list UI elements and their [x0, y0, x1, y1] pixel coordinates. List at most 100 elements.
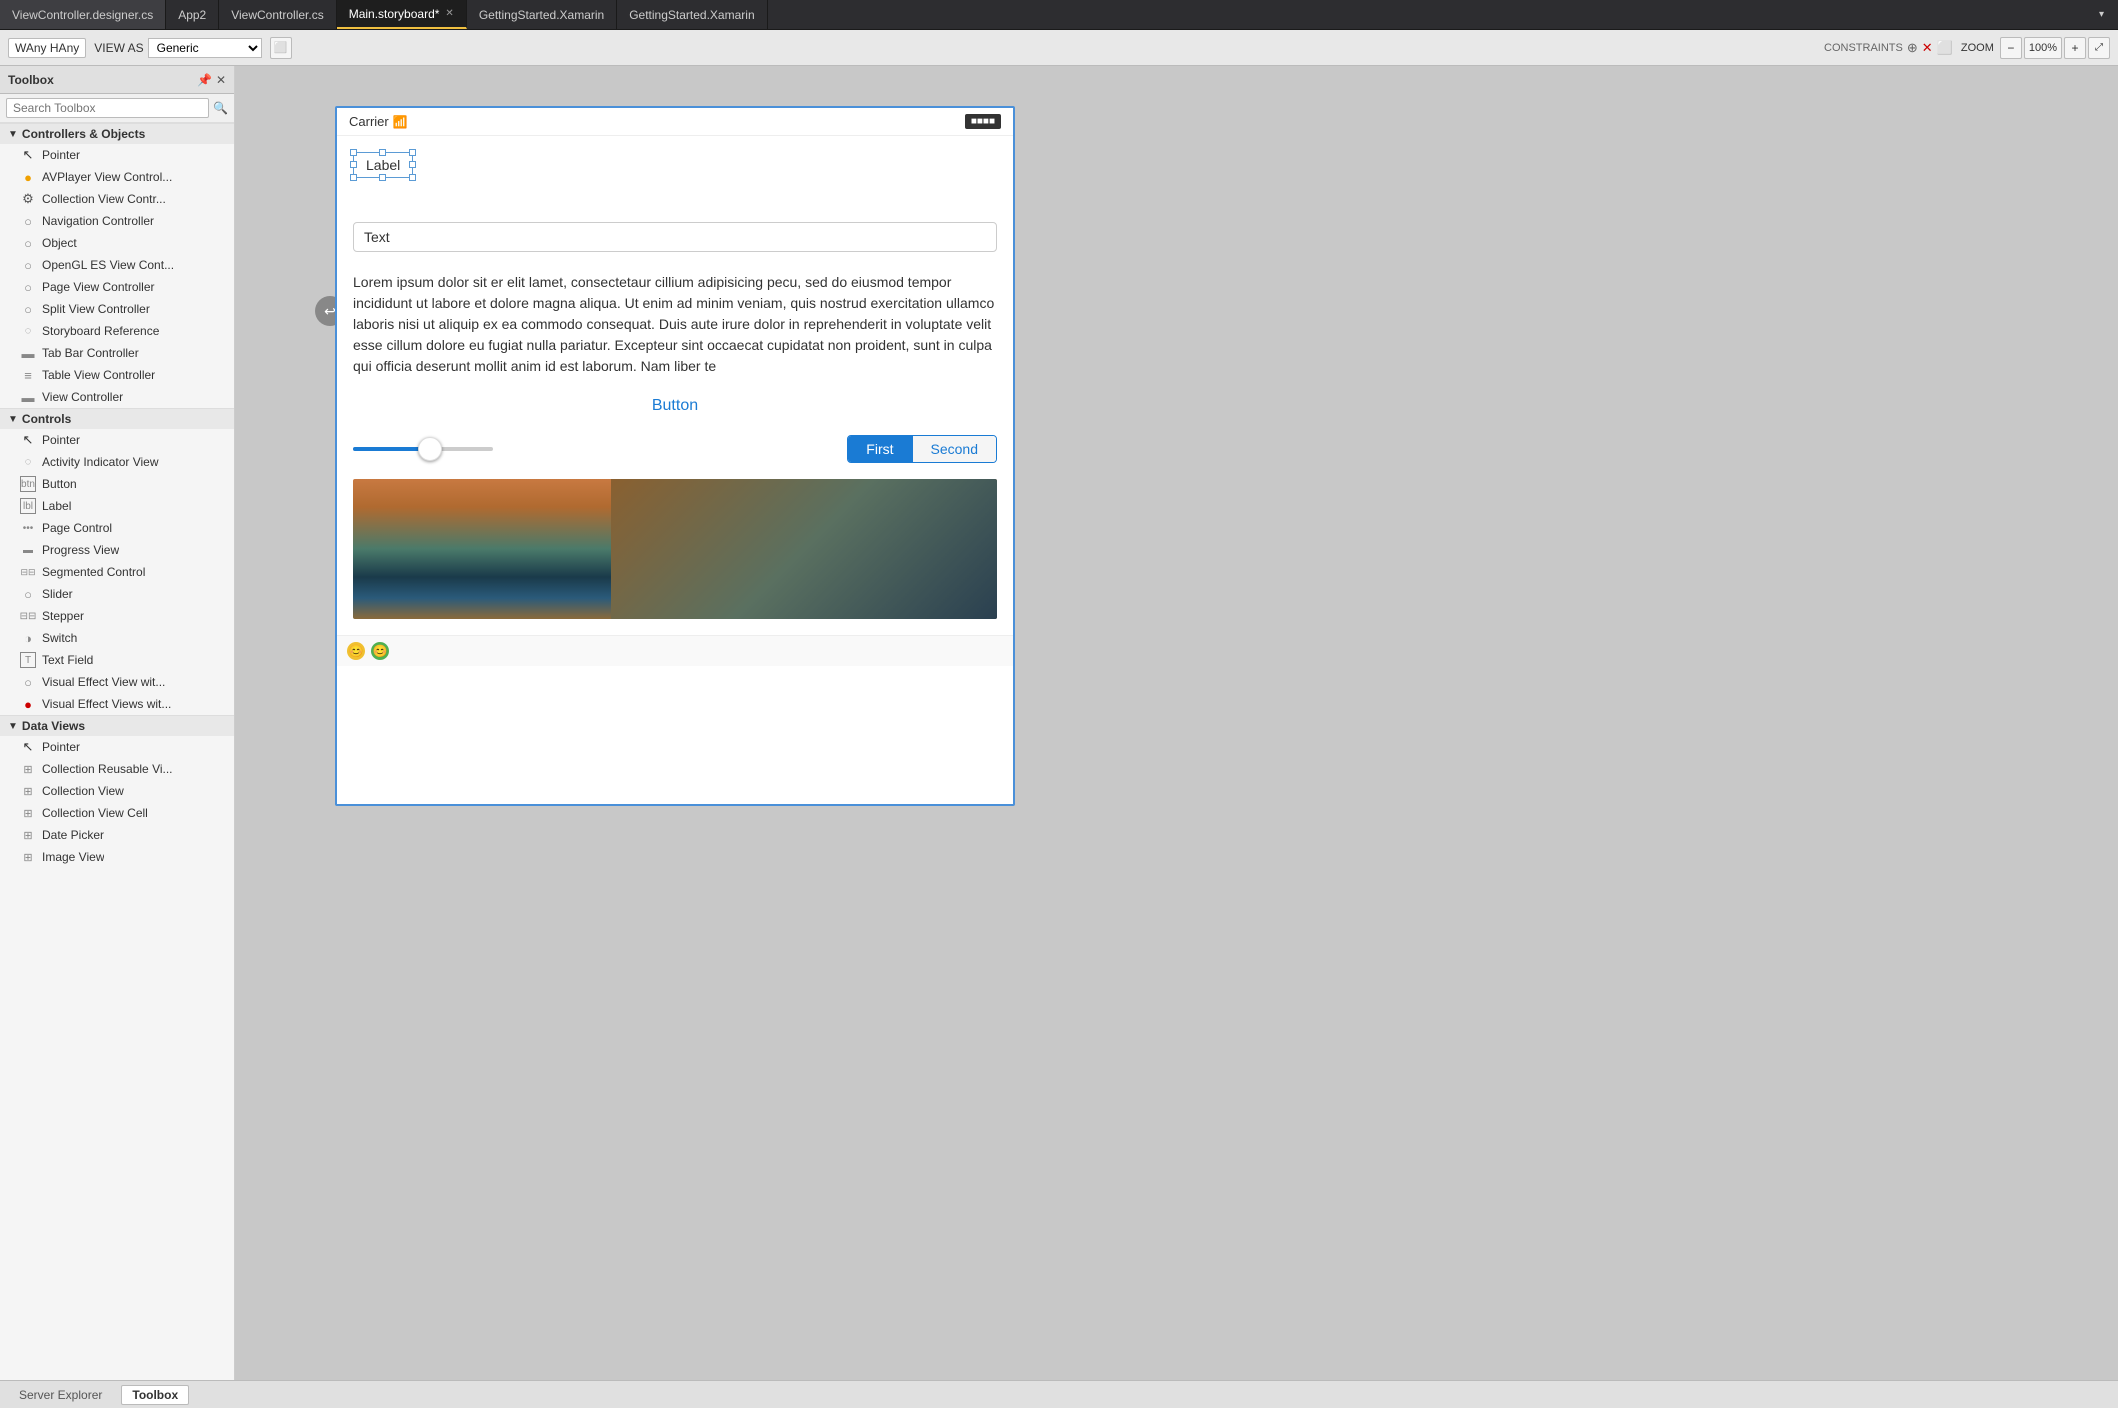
table-view-controller-icon: ≡ [20, 367, 36, 383]
navigation-controller-icon: ○ [20, 213, 36, 229]
frame-button[interactable]: ⬜ [270, 37, 292, 59]
zoom-100-button[interactable]: 100% [2024, 37, 2062, 59]
toolbox-item-pointer3[interactable]: ↖ Pointer [0, 736, 234, 758]
tab-main-storyboard[interactable]: Main.storyboard* ✕ [337, 0, 467, 29]
constraints-frame-icon[interactable]: ⬜ [1937, 40, 1953, 56]
toolbox-item-label[interactable]: lbl Label [0, 495, 234, 517]
constraints-add-icon[interactable]: ⊕ [1907, 40, 1918, 56]
bottom-tab-server-explorer[interactable]: Server Explorer [8, 1385, 113, 1405]
avplayer-icon: ● [20, 169, 36, 185]
section-controllers-objects-items: ↖ Pointer ● AVPlayer View Control... ⚙ C… [0, 144, 234, 408]
toolbox-item-collection-view-cell[interactable]: ⊞ Collection View Cell [0, 802, 234, 824]
visual-effect1-icon: ○ [20, 674, 36, 690]
toolbox-item-slider[interactable]: ○ Slider [0, 583, 234, 605]
iphone-content: Label Lorem ipsum dolor sit er elit lame… [337, 136, 1013, 635]
iphone-view-controller[interactable]: Carrier 📶 ■■■■ [335, 106, 1015, 806]
toolbox-item-object[interactable]: ○ Object [0, 232, 234, 254]
toolbox-search-area: 🔍 [0, 94, 234, 123]
toolbox-item-stepper[interactable]: ⊟⊟ Stepper [0, 605, 234, 627]
toolbox-item-split-view-controller[interactable]: ○ Split View Controller [0, 298, 234, 320]
label-widget[interactable]: Label [353, 152, 413, 178]
view-as-select[interactable]: Generic iPhone 4-inch iPhone 4.7-inch [148, 38, 262, 58]
toolbox-item-pointer2[interactable]: ↖ Pointer [0, 429, 234, 451]
toolbox-item-date-picker[interactable]: ⊞ Date Picker [0, 824, 234, 846]
toolbox-item-activity-indicator[interactable]: ◌ Activity Indicator View [0, 451, 234, 473]
toolbox-item-collection-reusable[interactable]: ⊞ Collection Reusable Vi... [0, 758, 234, 780]
bottom-circle-2: 😊 [371, 642, 389, 660]
storyboard-canvas[interactable]: ↩ Carrier 📶 ■■■■ [235, 66, 2118, 1380]
toolbox-item-storyboard-reference[interactable]: ◌ Storyboard Reference [0, 320, 234, 342]
visual-effect2-icon: ● [20, 696, 36, 712]
segmented-first-button[interactable]: First [848, 436, 912, 462]
tab-dropdown-icon[interactable]: ▾ [2093, 9, 2110, 20]
wifi-icon: 📶 [393, 115, 408, 129]
zoom-out-button[interactable]: − [2000, 37, 2022, 59]
toolbox-item-navigation-controller[interactable]: ○ Navigation Controller [0, 210, 234, 232]
lorem-text: Lorem ipsum dolor sit er elit lamet, con… [353, 272, 997, 377]
toolbox-item-text-field[interactable]: T Text Field [0, 649, 234, 671]
handle-b[interactable] [379, 174, 386, 181]
slider-thumb[interactable] [418, 437, 442, 461]
search-icon[interactable]: 🔍 [213, 101, 228, 115]
close-tab-button[interactable]: ✕ [445, 8, 453, 19]
toolbox-item-page-view-controller[interactable]: ○ Page View Controller [0, 276, 234, 298]
section-controllers-objects[interactable]: ▼ Controllers & Objects [0, 123, 234, 144]
ios-button[interactable]: Button [353, 397, 997, 415]
toolbox-item-visual-effect1[interactable]: ○ Visual Effect View wit... [0, 671, 234, 693]
toolbox-item-visual-effect2[interactable]: ● Visual Effect Views wit... [0, 693, 234, 715]
handle-ml[interactable] [350, 161, 357, 168]
activity-indicator-icon: ◌ [20, 454, 36, 470]
toolbox-item-avplayer[interactable]: ● AVPlayer View Control... [0, 166, 234, 188]
collection-reusable-icon: ⊞ [20, 761, 36, 777]
label-widget-container[interactable]: Label [353, 152, 997, 198]
toolbox-item-switch[interactable]: ◑ Switch [0, 627, 234, 649]
tab-bar-controller-icon: ▬ [20, 345, 36, 361]
date-picker-icon: ⊞ [20, 827, 36, 843]
toolbox-pin-icon[interactable]: 📌 [197, 73, 212, 87]
toolbox-item-tab-bar-controller[interactable]: ▬ Tab Bar Controller [0, 342, 234, 364]
zoom-in-button[interactable]: + [2064, 37, 2086, 59]
toolbox-item-image-view[interactable]: ⊞ Image View [0, 846, 234, 868]
tab-gettingstarted1[interactable]: GettingStarted.Xamarin [467, 0, 617, 29]
slider-row: First Second [353, 435, 997, 463]
tab-viewcontroller-cs[interactable]: ViewController.cs [219, 0, 336, 29]
tab-gettingstarted2[interactable]: GettingStarted.Xamarin [617, 0, 767, 29]
bottom-tab-toolbox[interactable]: Toolbox [121, 1385, 189, 1405]
label-text: Label [366, 157, 400, 173]
toolbox-item-segmented-control[interactable]: ⊟⊟ Segmented Control [0, 561, 234, 583]
pointer2-icon: ↖ [20, 432, 36, 448]
tab-viewcontroller-designer[interactable]: ViewController.designer.cs [0, 0, 166, 29]
toolbox-title: Toolbox [8, 73, 191, 87]
toolbox-item-opengl[interactable]: ○ OpenGL ES View Cont... [0, 254, 234, 276]
toolbox-item-collection-view-ctrl[interactable]: ⚙ Collection View Contr... [0, 188, 234, 210]
collection-view-cell-icon: ⊞ [20, 805, 36, 821]
slider-track[interactable] [353, 447, 493, 451]
toolbox-close-icon[interactable]: ✕ [216, 73, 226, 87]
section-data-views[interactable]: ▼ Data Views [0, 715, 234, 736]
handle-mr[interactable] [409, 161, 416, 168]
constraints-remove-icon[interactable]: ✕ [1922, 40, 1933, 56]
handle-tr[interactable] [409, 149, 416, 156]
tab-app2[interactable]: App2 [166, 0, 219, 29]
toolbox-item-pointer1[interactable]: ↖ Pointer [0, 144, 234, 166]
toolbox-item-progress-view[interactable]: ▬ Progress View [0, 539, 234, 561]
section-controls[interactable]: ▼ Controls [0, 408, 234, 429]
handle-bl[interactable] [350, 174, 357, 181]
ios-image-view [353, 479, 997, 619]
zoom-fit-button[interactable]: ⤢ [2088, 37, 2110, 59]
text-field-widget[interactable] [353, 222, 997, 252]
toolbox-item-table-view-controller[interactable]: ≡ Table View Controller [0, 364, 234, 386]
toolbox-item-page-control[interactable]: ••• Page Control [0, 517, 234, 539]
toolbox-item-button[interactable]: btn Button [0, 473, 234, 495]
main-area: Toolbox 📌 ✕ 🔍 ▼ Controllers & Objects ↖ … [0, 66, 2118, 1380]
toolbox-item-collection-view[interactable]: ⊞ Collection View [0, 780, 234, 802]
handle-t[interactable] [379, 149, 386, 156]
handle-br[interactable] [409, 174, 416, 181]
segmented-second-button[interactable]: Second [913, 436, 996, 462]
toolbox-item-view-controller[interactable]: ▬ View Controller [0, 386, 234, 408]
toolbox-search-input[interactable] [6, 98, 209, 118]
image-view-icon: ⊞ [20, 849, 36, 865]
stepper-icon: ⊟⊟ [20, 608, 36, 624]
size-class-label[interactable]: WAny HAny [8, 38, 86, 58]
handle-tl[interactable] [350, 149, 357, 156]
